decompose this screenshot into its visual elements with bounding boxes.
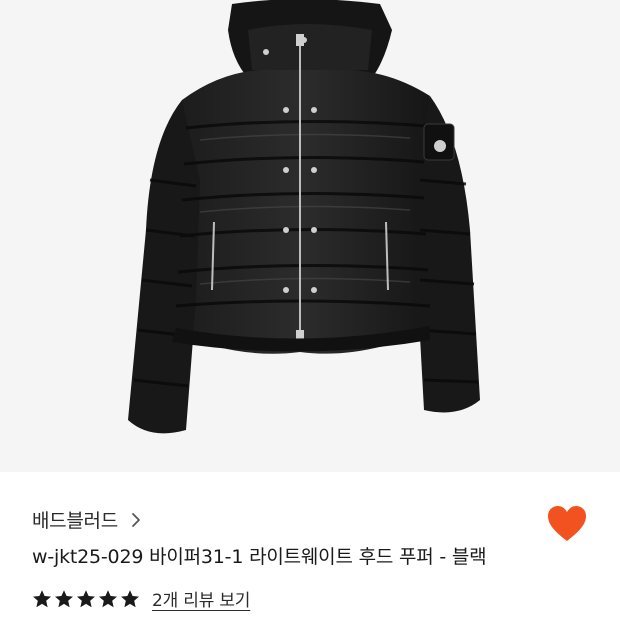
product-info-panel: 배드블러드 w-jkt25-029 바이퍼31-1 라이트웨이트 후드 푸퍼 -…: [0, 472, 620, 620]
jacket-illustration: [128, 0, 480, 434]
star-icon: [121, 589, 139, 607]
wishlist-button[interactable]: [546, 504, 588, 544]
product-detail-page: 배드블러드 w-jkt25-029 바이퍼31-1 라이트웨이트 후드 푸퍼 -…: [0, 0, 620, 620]
product-image[interactable]: [0, 0, 620, 472]
brand-name[interactable]: 배드블러드: [32, 506, 118, 533]
rating-stars: [32, 589, 142, 609]
star-icon: [55, 589, 73, 607]
heart-icon: [548, 506, 586, 541]
product-title: w-jkt25-029 바이퍼31-1 라이트웨이트 후드 푸퍼 - 블랙: [32, 546, 487, 568]
reviews-link[interactable]: 2개 리뷰 보기: [152, 586, 250, 611]
brand-link[interactable]: 배드블러드: [32, 506, 142, 533]
rating-row: 2개 리뷰 보기: [32, 586, 250, 611]
star-icon: [33, 589, 51, 607]
chevron-right-icon: [132, 512, 140, 527]
star-icon: [77, 589, 95, 607]
star-icon: [99, 589, 117, 607]
